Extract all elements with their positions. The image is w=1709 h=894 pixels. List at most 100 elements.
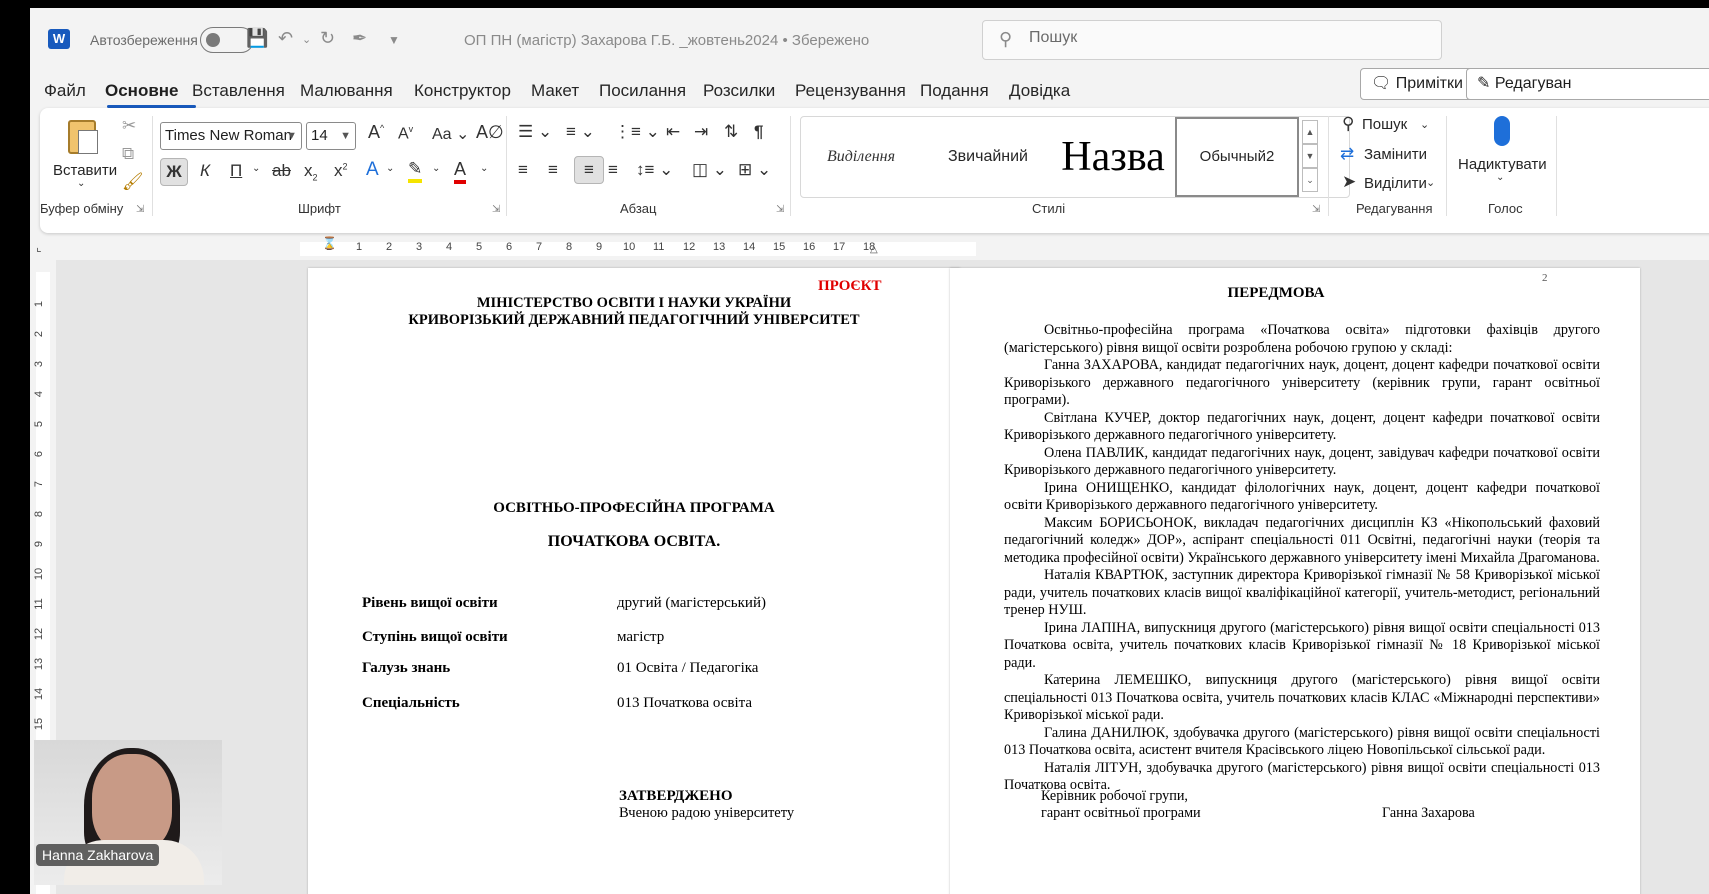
styles-launcher-icon[interactable]: ⇲ <box>1312 204 1320 215</box>
comments-button[interactable]: 🗨 Примітки <box>1360 68 1474 100</box>
style-emphasis[interactable]: Виділення <box>801 117 921 197</box>
superscript-icon[interactable]: x2 <box>334 161 348 181</box>
strikethrough-icon[interactable]: ab <box>272 161 291 181</box>
find-button[interactable]: Пошук <box>1362 116 1407 133</box>
subscript-icon[interactable]: x2 <box>304 161 318 182</box>
ruler-number: 9 <box>596 241 603 253</box>
tab-view[interactable]: Подання <box>920 81 989 101</box>
format-painter-icon[interactable]: 🖌 <box>122 172 144 192</box>
ruler-number: 15 <box>33 717 45 731</box>
line-spacing-icon[interactable]: ↕≡ ⌄ <box>636 160 673 180</box>
document-page-2[interactable]: 2 ПЕРЕДМОВА Освітньо-професійна програма… <box>950 268 1640 894</box>
underline-dropdown-icon[interactable]: ⌄ <box>252 163 260 174</box>
paste-button[interactable]: Вставити ⌄ <box>50 116 117 196</box>
clipboard-launcher-icon[interactable]: ⇲ <box>136 204 144 215</box>
cut-icon[interactable]: ✂ <box>122 116 136 136</box>
align-right-icon[interactable]: ≡ <box>574 156 604 184</box>
group-separator <box>1328 116 1329 216</box>
document-page-1[interactable]: ПРОЄКТ МІНІСТЕРСТВО ОСВІТИ І НАУКИ УКРАЇ… <box>308 268 960 894</box>
font-color-icon[interactable]: A <box>454 158 467 184</box>
search-box[interactable]: ⚲ <box>982 20 1442 60</box>
replace-button[interactable]: Замінити <box>1364 146 1427 163</box>
align-center-icon[interactable]: ≡ <box>548 160 558 180</box>
font-size-select[interactable]: 14 ▼ <box>306 122 356 150</box>
multilevel-list-icon[interactable]: ⋮≡ ⌄ <box>614 122 660 142</box>
shading-icon[interactable]: ◫ ⌄ <box>692 160 727 180</box>
underline-button[interactable]: П <box>230 161 242 181</box>
right-indent-marker-icon[interactable]: △ <box>870 244 878 255</box>
paragraph-launcher-icon[interactable]: ⇲ <box>776 204 784 215</box>
preface-paragraph: Світлана КУЧЕР, доктор педагогічних наук… <box>1004 409 1600 444</box>
styles-scroll-up-icon[interactable]: ▲ <box>1302 120 1318 144</box>
align-left-icon[interactable]: ≡ <box>518 160 528 180</box>
tab-draw[interactable]: Малювання <box>300 81 393 101</box>
highlight-icon[interactable]: ✎ <box>408 159 423 183</box>
highlight-dropdown-icon[interactable]: ⌄ <box>432 163 440 174</box>
ruler-number: 16 <box>803 241 816 253</box>
decrease-indent-icon[interactable]: ⇤ <box>666 122 680 142</box>
styles-more-icon[interactable]: ⌄ <box>1302 168 1318 192</box>
select-dropdown-icon[interactable]: ⌄ <box>1426 176 1435 189</box>
ruler-number: 2 <box>386 241 393 253</box>
font-color-dropdown-icon[interactable]: ⌄ <box>480 163 488 174</box>
document-title[interactable]: ОП ПН (магістр) Захарова Г.Б. _жовтень20… <box>464 32 869 49</box>
field-label: Спеціальність <box>362 695 460 711</box>
select-button[interactable]: Виділити <box>1364 175 1427 192</box>
style-normal2[interactable]: Обычный2 <box>1175 117 1299 197</box>
undo-icon[interactable]: ↶ <box>278 28 293 49</box>
clear-formatting-icon[interactable]: A∅ <box>476 122 504 143</box>
tab-insert[interactable]: Вставлення <box>192 81 285 101</box>
grow-font-icon[interactable]: A^ <box>368 122 384 143</box>
save-icon[interactable]: 💾 <box>246 28 268 49</box>
redo-icon[interactable]: ↻ <box>320 28 335 49</box>
document-canvas[interactable]: ПРОЄКТ МІНІСТЕРСТВО ОСВІТИ І НАУКИ УКРАЇ… <box>56 260 1709 894</box>
tab-design[interactable]: Конструктор <box>414 81 511 101</box>
tab-help[interactable]: Довідка <box>1009 81 1070 101</box>
format-painter-qat-icon[interactable]: ✒ <box>352 28 367 49</box>
tab-file[interactable]: Файл <box>44 81 86 101</box>
ruler-number: 3 <box>416 241 423 253</box>
search-input[interactable] <box>1029 29 1409 47</box>
change-case-icon[interactable]: Aa ⌄ <box>432 124 469 144</box>
customize-qat-icon[interactable]: ▼ <box>388 33 400 47</box>
paste-dropdown-icon[interactable]: ⌄ <box>77 178 85 189</box>
tab-references[interactable]: Посилання <box>599 81 686 101</box>
italic-button[interactable]: К <box>200 161 210 181</box>
font-name-select[interactable]: Times New Roman ▼ <box>160 122 302 150</box>
justify-icon[interactable]: ≡ <box>608 160 618 180</box>
ruler-number: 15 <box>773 241 786 253</box>
preface-paragraph: Ганна ЗАХАРОВА, кандидат педагогічних на… <box>1004 357 1600 408</box>
borders-icon[interactable]: ⊞ ⌄ <box>738 160 771 180</box>
dictate-dropdown-icon[interactable]: ⌄ <box>1496 172 1504 183</box>
styles-scroll-down-icon[interactable]: ▼ <box>1302 144 1318 168</box>
style-normal[interactable]: Звичайний <box>929 117 1047 197</box>
text-effects-icon[interactable]: A <box>366 159 379 181</box>
bold-button[interactable]: Ж <box>160 158 188 186</box>
tab-home[interactable]: Основне <box>105 81 179 101</box>
tab-mailings[interactable]: Розсилки <box>703 81 775 101</box>
undo-dropdown-icon[interactable]: ⌄ <box>302 33 311 46</box>
signature-line-1: Керівник робочої групи, <box>1041 788 1188 804</box>
chevron-down-icon: ▼ <box>286 130 297 142</box>
show-formatting-icon[interactable]: ¶ <box>754 122 763 142</box>
dictate-button[interactable]: Надиктувати ⌄ <box>1458 112 1548 196</box>
preface-body: Освітньо-професійна програма «Початкова … <box>1004 322 1600 795</box>
text-effects-dropdown-icon[interactable]: ⌄ <box>386 163 394 174</box>
tab-selector-icon[interactable]: ⌞ <box>36 240 42 254</box>
tab-layout[interactable]: Макет <box>531 81 579 101</box>
horizontal-ruler[interactable]: ⌞ 1 1 2 3 4 5 6 7 8 9 10 11 12 13 14 15 … <box>30 236 1709 260</box>
preface-paragraph: Галина ДАНИЛЮК, здобувачка другого (магі… <box>1004 724 1600 759</box>
sort-icon[interactable]: ⇅ <box>724 122 738 142</box>
copy-icon[interactable]: ⧉ <box>122 144 134 164</box>
bullets-icon[interactable]: ☰ ⌄ <box>518 122 552 142</box>
style-title[interactable]: Назва <box>1051 117 1175 197</box>
numbering-icon[interactable]: ≡ ⌄ <box>566 122 595 142</box>
university-heading: КРИВОРІЗЬКИЙ ДЕРЖАВНИЙ ПЕДАГОГІЧНИЙ УНІВ… <box>408 312 860 328</box>
shrink-font-icon[interactable]: Av <box>398 124 413 143</box>
tab-review[interactable]: Рецензування <box>795 81 906 101</box>
find-dropdown-icon[interactable]: ⌄ <box>1420 118 1429 131</box>
indent-marker-icon[interactable]: ⌛ <box>322 236 337 250</box>
editing-mode-button[interactable]: ✎ Редагуван <box>1466 68 1709 100</box>
font-launcher-icon[interactable]: ⇲ <box>492 204 500 215</box>
increase-indent-icon[interactable]: ⇥ <box>694 122 708 142</box>
